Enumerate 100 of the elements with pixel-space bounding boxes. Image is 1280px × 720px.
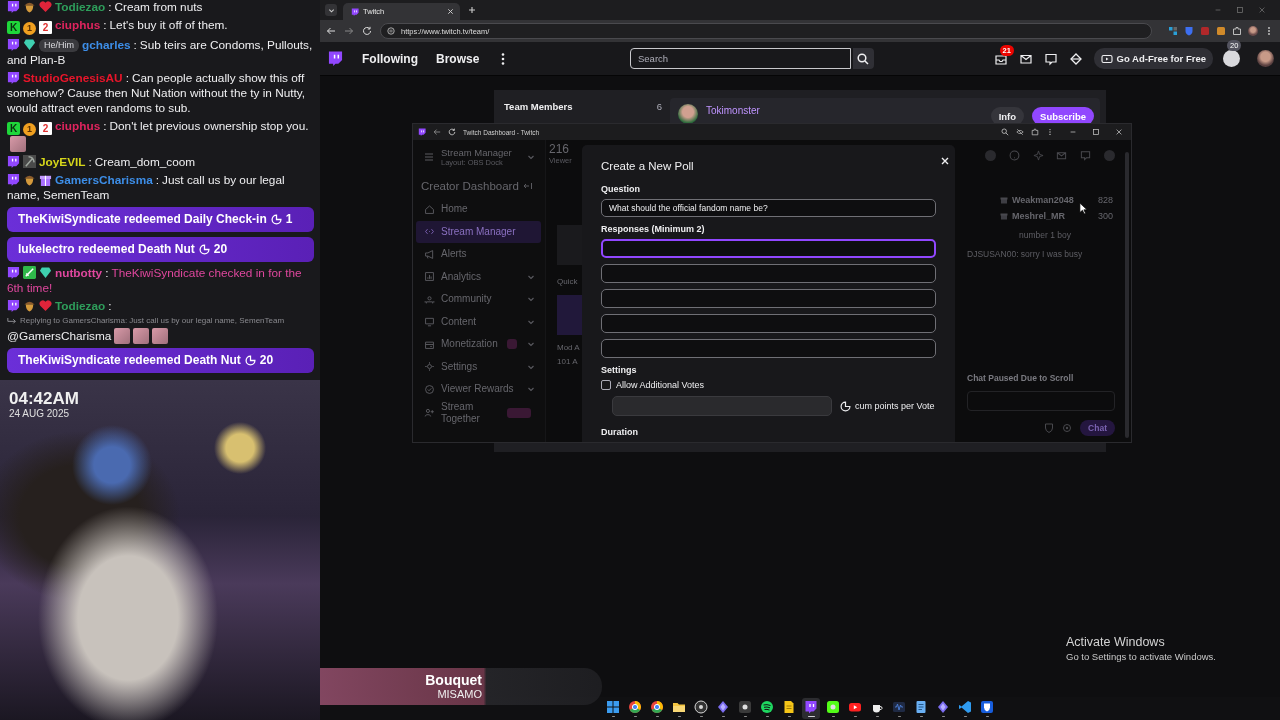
maximize-icon[interactable]	[1236, 6, 1244, 14]
diamond-icon	[936, 699, 950, 714]
search-button[interactable]	[853, 48, 874, 69]
username[interactable]: Todiezao	[55, 0, 106, 14]
sidebar-item[interactable]: Viewer Rewards	[416, 378, 541, 401]
sidebar-item[interactable]: Settings	[416, 355, 541, 378]
message-colon: :	[88, 155, 92, 169]
profile-avatar[interactable]	[1248, 26, 1258, 36]
taskbar-button[interactable]	[626, 698, 644, 719]
box-icon[interactable]	[1216, 26, 1226, 36]
heart-icon	[39, 0, 52, 13]
maximize-icon[interactable]	[1092, 128, 1100, 136]
emote-placeholder	[10, 136, 26, 152]
message-colon: :	[103, 18, 107, 32]
username[interactable]: JoyEVIL	[39, 155, 86, 169]
username[interactable]: Todiezao	[55, 299, 106, 313]
username[interactable]: ciuphus	[55, 18, 101, 32]
logo-icon[interactable]	[328, 50, 343, 67]
checkbox-label[interactable]: Allow Additional Votes	[616, 380, 705, 390]
zoom-icon[interactable]	[1001, 128, 1009, 136]
chat-send-button[interactable]: Chat	[1080, 420, 1115, 436]
minimize-icon[interactable]	[1069, 128, 1077, 136]
reload-icon[interactable]	[362, 26, 372, 36]
nav-link[interactable]: Browse	[436, 51, 480, 66]
member-name[interactable]: Tokimonster	[706, 105, 760, 116]
grid-icon[interactable]	[1168, 26, 1178, 36]
speech-bubble-icon	[7, 155, 20, 168]
username[interactable]: ciuphus	[55, 119, 101, 133]
running-indicator	[611, 715, 615, 718]
puzzle-icon[interactable]	[1232, 26, 1242, 36]
speech-bubble-icon	[7, 266, 20, 279]
chat-input[interactable]	[967, 391, 1115, 411]
sidebar-item[interactable]: Content	[416, 310, 541, 333]
ad-free-button[interactable]: Go Ad-Free for Free	[1093, 48, 1213, 69]
username[interactable]: gcharles	[82, 38, 131, 52]
activation-title: Activate Windows	[1066, 635, 1166, 649]
nav-link[interactable]: Following	[362, 51, 418, 66]
speech-bubble-icon	[7, 173, 20, 186]
diamond-icon[interactable]	[1068, 51, 1083, 66]
panel-label: Mod A	[557, 342, 581, 354]
taskbar-button[interactable]	[648, 698, 666, 719]
puzzle-icon[interactable]	[1031, 128, 1039, 136]
taskbar-button[interactable]	[824, 698, 842, 719]
response-field[interactable]	[601, 314, 936, 333]
scrollbar[interactable]	[1125, 152, 1129, 438]
user-avatar[interactable]	[1257, 50, 1274, 67]
response-field[interactable]	[601, 339, 936, 358]
running-indicator	[875, 715, 879, 718]
wallet-icon	[424, 338, 435, 350]
username[interactable]: nutbotty	[55, 266, 103, 280]
sidebar-item[interactable]: Stream Together	[416, 400, 541, 425]
taskbar-button[interactable]	[692, 698, 710, 719]
message-colon: :	[103, 119, 107, 133]
sidebar-item[interactable]: Stream Manager	[416, 220, 541, 243]
sword-icon	[23, 266, 36, 279]
chat-paused-notice[interactable]: Chat Paused Due to Scroll	[967, 373, 1115, 383]
checkbox[interactable]	[601, 380, 611, 390]
aperture-icon	[694, 699, 708, 714]
question-field[interactable]: What should the official fandom name be?	[601, 199, 936, 217]
response-field[interactable]	[601, 239, 936, 258]
site-info-icon[interactable]	[387, 27, 395, 35]
sidebar-item[interactable]: Monetization	[416, 333, 541, 356]
username[interactable]: GamersCharisma	[55, 173, 153, 187]
reload-icon[interactable]	[448, 128, 456, 136]
username[interactable]: StudioGenesisAU	[23, 71, 123, 85]
number-badge: 2	[39, 21, 52, 34]
back-arrow-icon[interactable]	[433, 128, 441, 136]
response-field[interactable]	[601, 264, 936, 283]
running-indicator	[807, 715, 815, 718]
tile-icon	[738, 699, 752, 714]
taskbar-button[interactable]	[978, 698, 996, 719]
close-icon[interactable]	[447, 8, 454, 15]
eye-slash-icon[interactable]	[1016, 128, 1024, 136]
redemption-text: TheKiwiSyndicate redeemed Daily Check-in	[18, 212, 267, 227]
close-icon[interactable]	[1115, 128, 1123, 136]
chat-bubble-icon[interactable]	[1043, 51, 1058, 66]
collapse-icon[interactable]	[523, 181, 533, 191]
shield-icon[interactable]	[1184, 26, 1194, 36]
sidebar-item[interactable]: Analytics	[416, 265, 541, 288]
manager-title: Stream Manager	[441, 147, 513, 158]
taskbar-button[interactable]	[956, 698, 974, 719]
new-tab-icon[interactable]	[468, 6, 476, 14]
sidebar-item[interactable]: Alerts	[416, 243, 541, 266]
response-field[interactable]	[601, 289, 936, 308]
people-icon	[424, 293, 435, 305]
sidebar-item[interactable]: Home	[416, 198, 541, 221]
points-suffix: cum points per Vote	[855, 401, 935, 411]
bits-avatar[interactable]	[1223, 50, 1240, 67]
tab-list-button[interactable]	[325, 4, 337, 16]
song-artist: MISAMO	[437, 688, 482, 701]
taskbar-button[interactable]	[802, 698, 820, 719]
redemption-text: lukelectro redeemed Death Nut	[18, 242, 195, 257]
running-indicator	[985, 715, 989, 718]
taskbar-button[interactable]	[604, 698, 622, 719]
leaderboard-user: Meshrel_MR	[1012, 211, 1065, 221]
ring-icon	[628, 699, 642, 714]
taskbar-button[interactable]	[736, 698, 754, 719]
taskbar-button[interactable]	[758, 698, 776, 719]
sidebar-item[interactable]: Community	[416, 288, 541, 311]
search-field[interactable]: Search	[630, 48, 851, 69]
